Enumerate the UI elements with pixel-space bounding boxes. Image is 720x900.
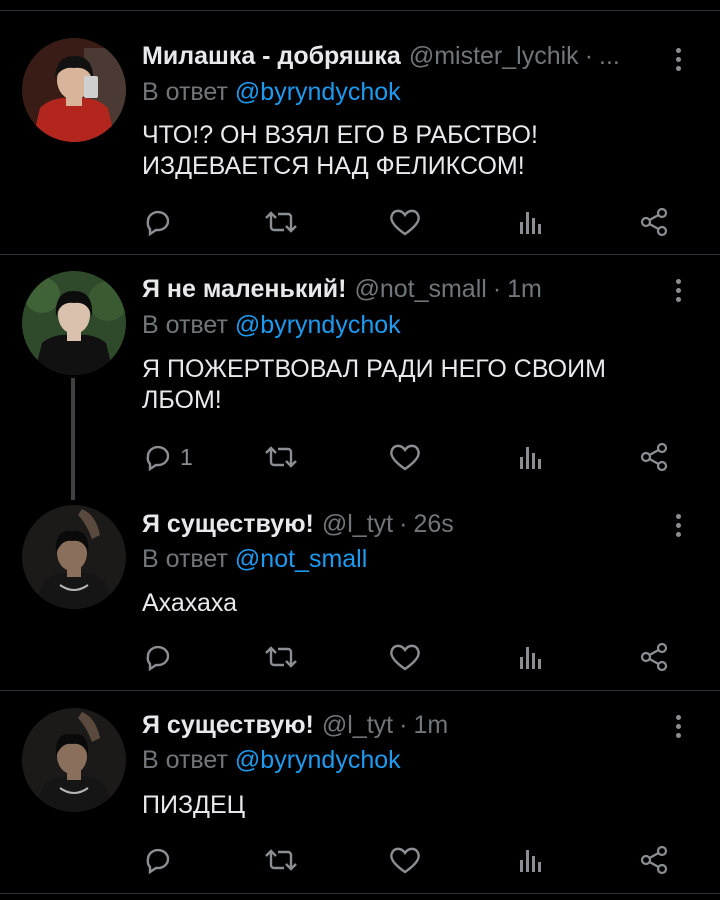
heart-icon [390, 444, 420, 471]
reply-prefix: В ответ [142, 78, 228, 106]
divider [0, 254, 720, 255]
tweet-text: Ахахаха [142, 589, 238, 617]
separator-dot: · [399, 510, 408, 538]
views-button[interactable] [516, 437, 546, 477]
avatar[interactable] [22, 271, 126, 375]
views-icon [520, 850, 541, 872]
tweet-text: Я ПОЖЕРТВОВАЛ РАДИ НЕГО СВОИМ ЛБОМ! [142, 355, 606, 414]
reply-to: В ответ @byryndychok [142, 78, 401, 107]
action-bar: 1 [0, 437, 720, 477]
views-icon [520, 447, 541, 469]
reply-mention[interactable]: @byryndychok [235, 78, 401, 106]
more-icon[interactable] [668, 44, 688, 74]
reply-icon [146, 645, 170, 672]
like-button[interactable] [388, 437, 422, 477]
retweet-icon [265, 849, 297, 871]
reply-button[interactable] [142, 840, 180, 880]
reply-to: В ответ @byryndychok [142, 746, 401, 775]
author-handle[interactable]: @l_tyt [322, 711, 393, 740]
retweet-button[interactable] [262, 637, 300, 677]
reply-mention[interactable]: @byryndychok [235, 311, 401, 339]
share-icon [640, 207, 668, 237]
avatar[interactable] [22, 708, 126, 812]
reply-count: 1 [180, 443, 193, 470]
author-handle[interactable]: @mister_lychik [409, 42, 579, 71]
tweet-text: ЧТО!? ОН ВЗЯЛ ЕГО В РАБСТВО! ИЗДЕВАЕТСЯ … [142, 121, 538, 180]
action-bar [0, 202, 720, 242]
author-name[interactable]: Я существую! [142, 510, 314, 539]
views-icon [520, 212, 541, 234]
like-button[interactable] [388, 637, 422, 677]
separator-dot: · [584, 42, 594, 70]
author-handle[interactable]: @l_tyt [322, 510, 393, 539]
separator-dot: · [492, 275, 502, 303]
reply-prefix: В ответ [142, 746, 228, 774]
author-handle[interactable]: @not_small [354, 275, 486, 304]
more-icon[interactable] [668, 510, 688, 540]
retweet-button[interactable] [262, 202, 300, 242]
heart-icon [390, 847, 420, 874]
divider [0, 690, 720, 691]
divider [0, 10, 720, 11]
share-button[interactable] [638, 437, 670, 477]
tweet-header: Я существую! @l_tyt · 1m [142, 711, 662, 745]
share-button[interactable] [638, 637, 670, 677]
reply-icon [146, 848, 170, 875]
tweet-header: Я не маленький! @not_small · 1m [142, 275, 662, 309]
reply-prefix: В ответ [142, 545, 228, 573]
reply-button[interactable] [142, 637, 180, 677]
timestamp: ... [599, 42, 620, 70]
timestamp: 26s [413, 510, 454, 538]
reply-button[interactable] [142, 202, 180, 242]
retweet-icon [265, 211, 297, 233]
views-icon [520, 647, 541, 669]
reply-prefix: В ответ [142, 311, 228, 339]
reply-to: В ответ @byryndychok [142, 311, 401, 340]
retweet-icon [265, 646, 297, 668]
avatar[interactable] [22, 38, 126, 142]
share-icon [640, 642, 668, 672]
tweet-header: Я существую! @l_tyt · 26s [142, 510, 662, 544]
heart-icon [390, 209, 420, 236]
action-bar [0, 637, 720, 677]
more-icon[interactable] [668, 711, 688, 741]
retweet-button[interactable] [262, 437, 300, 477]
author-name[interactable]: Милашка - добряшка [142, 42, 401, 71]
share-icon [640, 845, 668, 875]
author-name[interactable]: Я существую! [142, 711, 314, 740]
tweet-text: ПИЗДЕЦ [142, 791, 246, 819]
separator-dot: · [399, 711, 408, 739]
heart-icon [390, 644, 420, 671]
share-button[interactable] [638, 840, 670, 880]
avatar[interactable] [22, 505, 126, 609]
retweet-button[interactable] [262, 840, 300, 880]
divider [0, 893, 720, 894]
tweet-feed: Милашка - добряшка @mister_lychik · ... … [0, 0, 720, 900]
action-bar [0, 840, 720, 880]
share-icon [640, 442, 668, 472]
reply-mention[interactable]: @not_small [235, 545, 367, 573]
reply-to: В ответ @not_small [142, 545, 367, 574]
like-button[interactable] [388, 202, 422, 242]
author-name[interactable]: Я не маленький! [142, 275, 346, 304]
more-icon[interactable] [668, 275, 688, 305]
reply-icon [146, 445, 170, 472]
reply-mention[interactable]: @byryndychok [235, 746, 401, 774]
views-button[interactable] [516, 637, 546, 677]
reply-button[interactable]: 1 [142, 437, 193, 477]
retweet-icon [265, 446, 297, 468]
tweet-header: Милашка - добряшка @mister_lychik · ... [142, 42, 662, 76]
views-button[interactable] [516, 840, 546, 880]
share-button[interactable] [638, 202, 670, 242]
reply-icon [146, 210, 170, 237]
like-button[interactable] [388, 840, 422, 880]
timestamp: 1m [413, 711, 449, 739]
views-button[interactable] [516, 202, 546, 242]
timestamp: 1m [507, 275, 542, 303]
